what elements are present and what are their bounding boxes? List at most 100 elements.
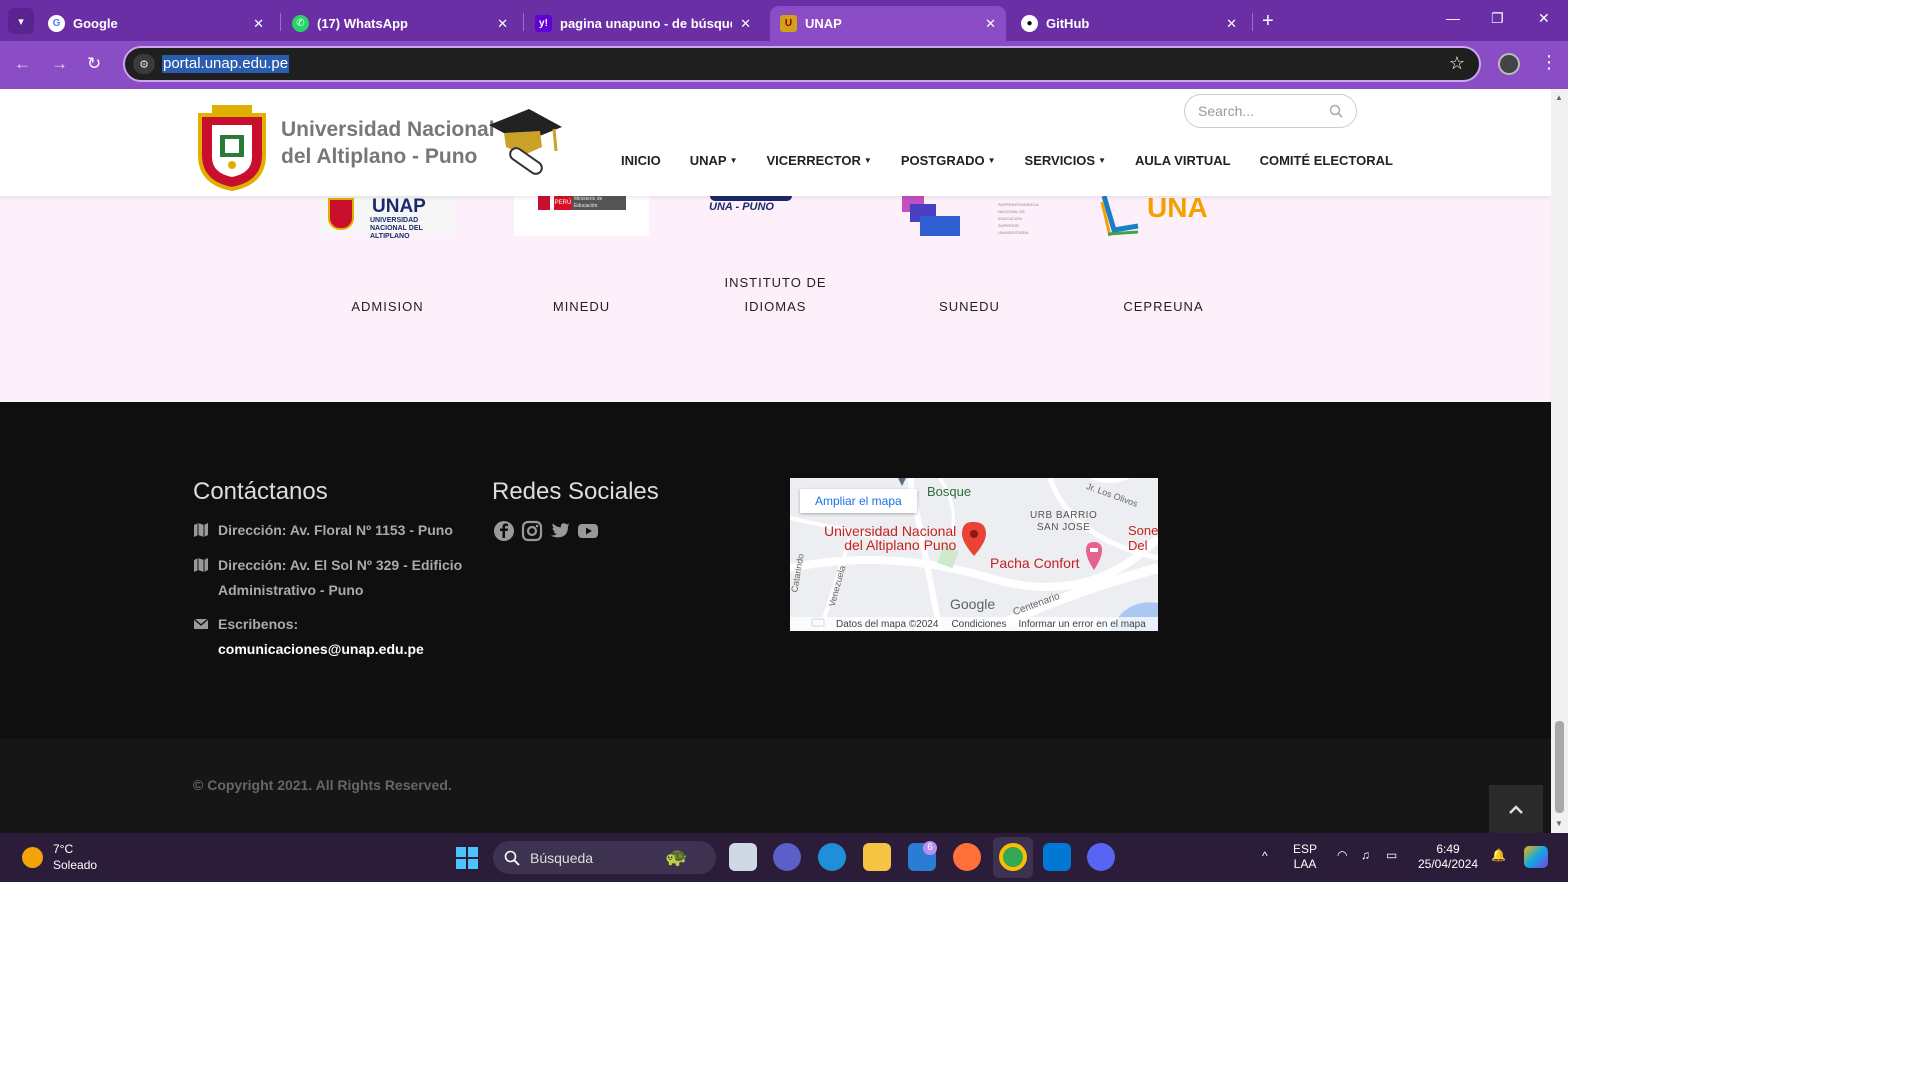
unap-shield-logo[interactable] — [192, 105, 272, 191]
search-input[interactable] — [1198, 103, 1328, 119]
cepreuna-emblem — [1100, 196, 1139, 237]
tab-separator — [523, 13, 524, 31]
social-heading: Redes Sociales — [492, 478, 659, 505]
map-terms-link[interactable]: Condiciones — [951, 619, 1006, 630]
tab-search-button[interactable]: ▾ — [8, 8, 34, 34]
partner-cepreuna-label[interactable]: CEPREUNA — [1096, 295, 1231, 319]
nav-postgrado[interactable]: POSTGRADO ▼ — [901, 153, 996, 168]
instagram-icon[interactable] — [521, 520, 543, 542]
map-report-link[interactable]: Informar un error en el mapa — [1018, 619, 1145, 630]
map-label-urb-barrio: URB BARRIO SAN JOSE — [1030, 510, 1098, 533]
google-logo: Google — [950, 596, 996, 612]
facebook-icon[interactable] — [493, 520, 515, 542]
wifi-icon[interactable]: ◠ — [1337, 848, 1347, 863]
tab-whatsapp[interactable]: ✆ (17) WhatsApp ✕ — [282, 6, 518, 41]
google-icon: G — [48, 15, 65, 32]
battery-icon[interactable]: ▭ — [1386, 848, 1397, 863]
copilot-icon[interactable] — [1524, 846, 1548, 868]
meet-icon[interactable] — [773, 843, 801, 871]
instituto-idiomas-logo[interactable]: UNA - PUNO — [706, 196, 796, 218]
vscode-icon[interactable] — [1043, 843, 1071, 871]
nav-unap[interactable]: UNAP ▼ — [690, 153, 738, 168]
address-bar[interactable]: ⚙ portal.unap.edu.pe ☆ — [123, 46, 1481, 82]
email-link[interactable]: comunicaciones@unap.edu.pe — [218, 637, 424, 662]
embedded-map[interactable]: Ampliar el mapa Bosque Universidad Nacio… — [790, 478, 1158, 631]
twitter-icon[interactable] — [549, 520, 571, 542]
weather-widget[interactable]: 7°C Soleado — [53, 841, 97, 873]
minimize-icon[interactable]: — — [1446, 10, 1460, 26]
discord-icon[interactable] — [1087, 843, 1115, 871]
profile-avatar[interactable] — [1498, 53, 1520, 75]
notification-bell-icon[interactable]: 🔔 — [1491, 848, 1506, 863]
site-header: Universidad Nacional del Altiplano - Pun… — [0, 89, 1551, 196]
browser-tab-bar: ▾ G Google ✕ ✆ (17) WhatsApp ✕ y! pagina… — [0, 0, 1568, 41]
tab-yahoo-search[interactable]: y! pagina unapuno - de búsqueda ✕ — [525, 6, 761, 41]
close-tab-icon[interactable]: ✕ — [253, 16, 264, 32]
search-icon[interactable] — [1329, 104, 1343, 118]
clock[interactable]: 6:49 25/04/2024 — [1418, 842, 1478, 872]
close-window-icon[interactable]: ✕ — [1538, 10, 1550, 27]
sun-icon[interactable] — [22, 847, 43, 868]
volume-icon[interactable]: ♫ — [1361, 848, 1370, 863]
partner-idiomas-label[interactable]: INSTITUTO DE IDIOMAS — [708, 271, 843, 319]
language-indicator[interactable]: ESP LAA — [1293, 842, 1317, 872]
task-view-icon[interactable] — [729, 843, 757, 871]
youtube-icon[interactable] — [577, 520, 599, 542]
minedu-logo[interactable]: PERÚ Ministerio de Educación — [514, 196, 649, 236]
close-tab-icon[interactable]: ✕ — [1226, 16, 1237, 32]
close-tab-icon[interactable]: ✕ — [985, 16, 996, 32]
tab-unap[interactable]: U UNAP ✕ — [770, 6, 1006, 41]
scroll-thumb[interactable] — [1555, 721, 1564, 813]
email-row: Escribenos: comunicaciones@unap.edu.pe — [193, 612, 424, 662]
map-icon — [194, 558, 208, 572]
address-row-1: Dirección: Av. Floral Nº 1153 - Puno — [193, 518, 453, 543]
close-tab-icon[interactable]: ✕ — [740, 16, 751, 32]
taskbar-search[interactable]: Búsqueda 🐢 — [493, 841, 716, 874]
scroll-to-top-button[interactable] — [1489, 785, 1543, 833]
site-search[interactable] — [1184, 94, 1357, 128]
envelope-icon — [193, 618, 209, 629]
caret-down-icon: ▼ — [987, 156, 996, 165]
edge-icon[interactable] — [818, 843, 846, 871]
url-text[interactable]: portal.unap.edu.pe — [162, 55, 290, 73]
nav-aula-virtual[interactable]: AULA VIRTUAL — [1135, 153, 1231, 168]
partner-minedu-label[interactable]: MINEDU — [514, 295, 649, 319]
chrome-icon[interactable] — [999, 843, 1027, 871]
admision-logo[interactable]: UNAP UNIVERSIDAD NACIONAL DEL ALTIPLANO — [320, 196, 455, 240]
forward-icon[interactable]: → — [51, 54, 68, 74]
close-tab-icon[interactable]: ✕ — [497, 16, 508, 32]
restore-icon[interactable]: ❐ — [1491, 10, 1504, 27]
bookmark-star-icon[interactable]: ☆ — [1449, 53, 1465, 74]
nav-comite-electoral[interactable]: COMITÉ ELECTORAL — [1260, 153, 1393, 168]
partner-admision-label[interactable]: ADMISION — [320, 295, 455, 319]
nav-vicerrector[interactable]: VICERRECTOR ▼ — [767, 153, 872, 168]
copyright-bar: © Copyright 2021. All Rights Reserved. — [0, 739, 1551, 833]
partner-sunedu-label[interactable]: SUNEDU — [902, 295, 1037, 319]
scroll-up-arrow[interactable]: ▲ — [1555, 93, 1563, 102]
sunedu-logo[interactable]: SUPERINTENDENCIA NACIONAL DE EDUCACIÓN S… — [900, 196, 1040, 238]
browser-menu-icon[interactable]: ⋮ — [1540, 52, 1558, 73]
copyright-text: © Copyright 2021. All Rights Reserved. — [193, 777, 452, 793]
reload-icon[interactable]: ↻ — [87, 54, 101, 74]
file-explorer-icon[interactable] — [863, 843, 891, 871]
page-viewport: Universidad Nacional del Altiplano - Pun… — [0, 89, 1551, 833]
new-tab-button[interactable]: + — [1262, 10, 1274, 33]
map-place-label[interactable]: Universidad Nacional del Altiplano Puno — [824, 524, 956, 552]
windows-start-icon[interactable] — [455, 846, 479, 870]
page-scrollbar[interactable]: ▲ ▼ — [1551, 89, 1568, 833]
site-info-icon[interactable]: ⚙ — [133, 54, 155, 74]
firefox-icon[interactable] — [953, 843, 981, 871]
chevron-up-icon[interactable]: ^ — [1262, 849, 1268, 864]
tab-google[interactable]: G Google ✕ — [38, 6, 274, 41]
back-icon[interactable]: ← — [14, 54, 31, 74]
scroll-down-arrow[interactable]: ▼ — [1555, 819, 1563, 828]
sunedu-shape-blue — [920, 216, 960, 236]
enlarge-map-link[interactable]: Ampliar el mapa — [800, 489, 917, 513]
mail-badge: 6 — [923, 841, 937, 855]
cepreuna-logo[interactable]: UNA — [1100, 192, 1235, 238]
nav-servicios[interactable]: SERVICIOS ▼ — [1025, 153, 1106, 168]
university-name[interactable]: Universidad Nacional del Altiplano - Pun… — [281, 116, 495, 170]
site-footer: Contáctanos Dirección: Av. Floral Nº 115… — [0, 402, 1551, 739]
nav-inicio[interactable]: INICIO — [621, 153, 661, 168]
tab-github[interactable]: ● GitHub ✕ — [1011, 6, 1247, 41]
